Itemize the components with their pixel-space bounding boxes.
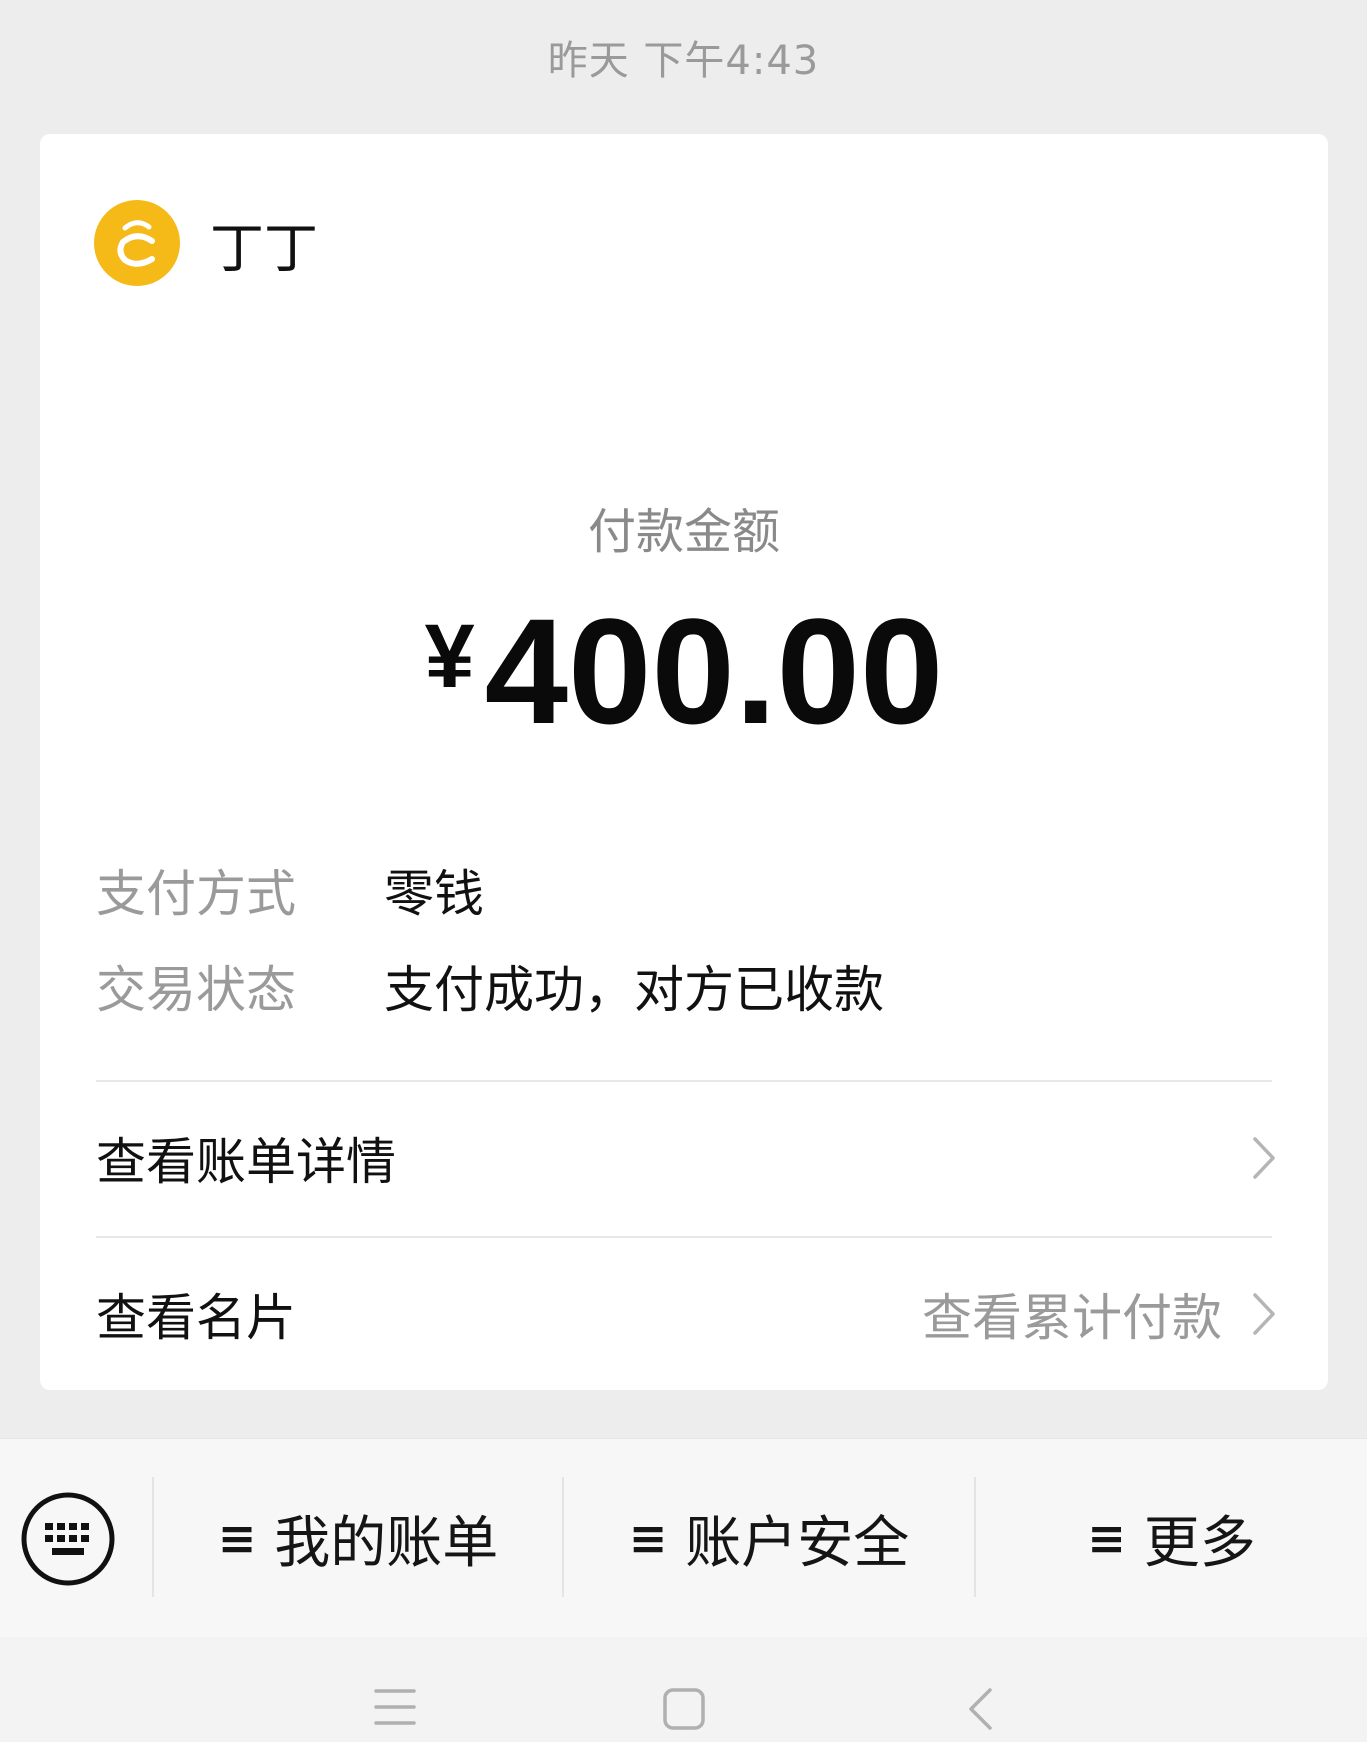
view-bill-details-label: 查看账单详情 [96, 1133, 396, 1191]
payment-method-value: 零钱 [384, 865, 484, 923]
system-navigation-bar [0, 1637, 1367, 1742]
view-business-card-link[interactable]: 查看名片 查看累计付款 [96, 1254, 1276, 1374]
menu-my-bills[interactable]: ≡ 我的账单 [154, 1439, 562, 1637]
message-timestamp: 昨天 下午4:43 [547, 38, 820, 84]
back-icon[interactable] [966, 1687, 994, 1731]
divider [96, 1236, 1272, 1238]
link-right [1252, 1136, 1276, 1180]
payment-amount: ¥400.00 [40, 596, 1328, 746]
cumulative-payment-link[interactable]: 查看累计付款 [922, 1278, 1276, 1350]
menu-more[interactable]: ≡ 更多 [976, 1439, 1367, 1637]
transaction-status-row: 交易状态 支付成功，对方已收款 [96, 950, 884, 1022]
transaction-status-value: 支付成功，对方已收款 [384, 961, 884, 1019]
merchant-header[interactable]: 丁丁 [94, 200, 318, 286]
currency-symbol: ¥ [424, 607, 475, 707]
home-icon[interactable] [662, 1687, 706, 1731]
keyboard-icon[interactable] [20, 1491, 116, 1587]
merchant-name: 丁丁 [210, 216, 318, 280]
payment-card: 丁丁 付款金额 ¥400.00 支付方式 零钱 交易状态 支付成功，对方已收款 … [40, 134, 1328, 1390]
merchant-logo-icon [94, 200, 180, 286]
divider [96, 1080, 1272, 1082]
view-business-card-label: 查看名片 [96, 1289, 296, 1347]
menu-list-icon: ≡ [1087, 1511, 1126, 1565]
payment-method-row: 支付方式 零钱 [96, 854, 484, 926]
menu-list-icon: ≡ [628, 1511, 668, 1565]
amount-label: 付款金额 [587, 504, 780, 560]
view-bill-details-link[interactable]: 查看账单详情 [96, 1098, 1276, 1218]
menu-item-label: 我的账单 [274, 1510, 499, 1576]
amount-value: 400.00 [484, 587, 944, 755]
cumulative-payment-label: 查看累计付款 [922, 1289, 1222, 1347]
menu-item-label: 账户安全 [685, 1510, 910, 1576]
chevron-right-icon [1253, 1137, 1275, 1179]
transaction-status-label: 交易状态 [96, 961, 296, 1019]
menu-account-security[interactable]: ≡ 账户安全 [564, 1439, 974, 1637]
chevron-right-icon [1253, 1293, 1275, 1335]
payment-method-label: 支付方式 [96, 865, 296, 923]
menu-list-icon: ≡ [217, 1511, 257, 1565]
menu-icon[interactable] [374, 1687, 416, 1727]
service-menu-bar: ≡ 我的账单 ≡ 账户安全 ≡ 更多 [0, 1438, 1367, 1638]
menu-item-label: 更多 [1143, 1510, 1256, 1576]
